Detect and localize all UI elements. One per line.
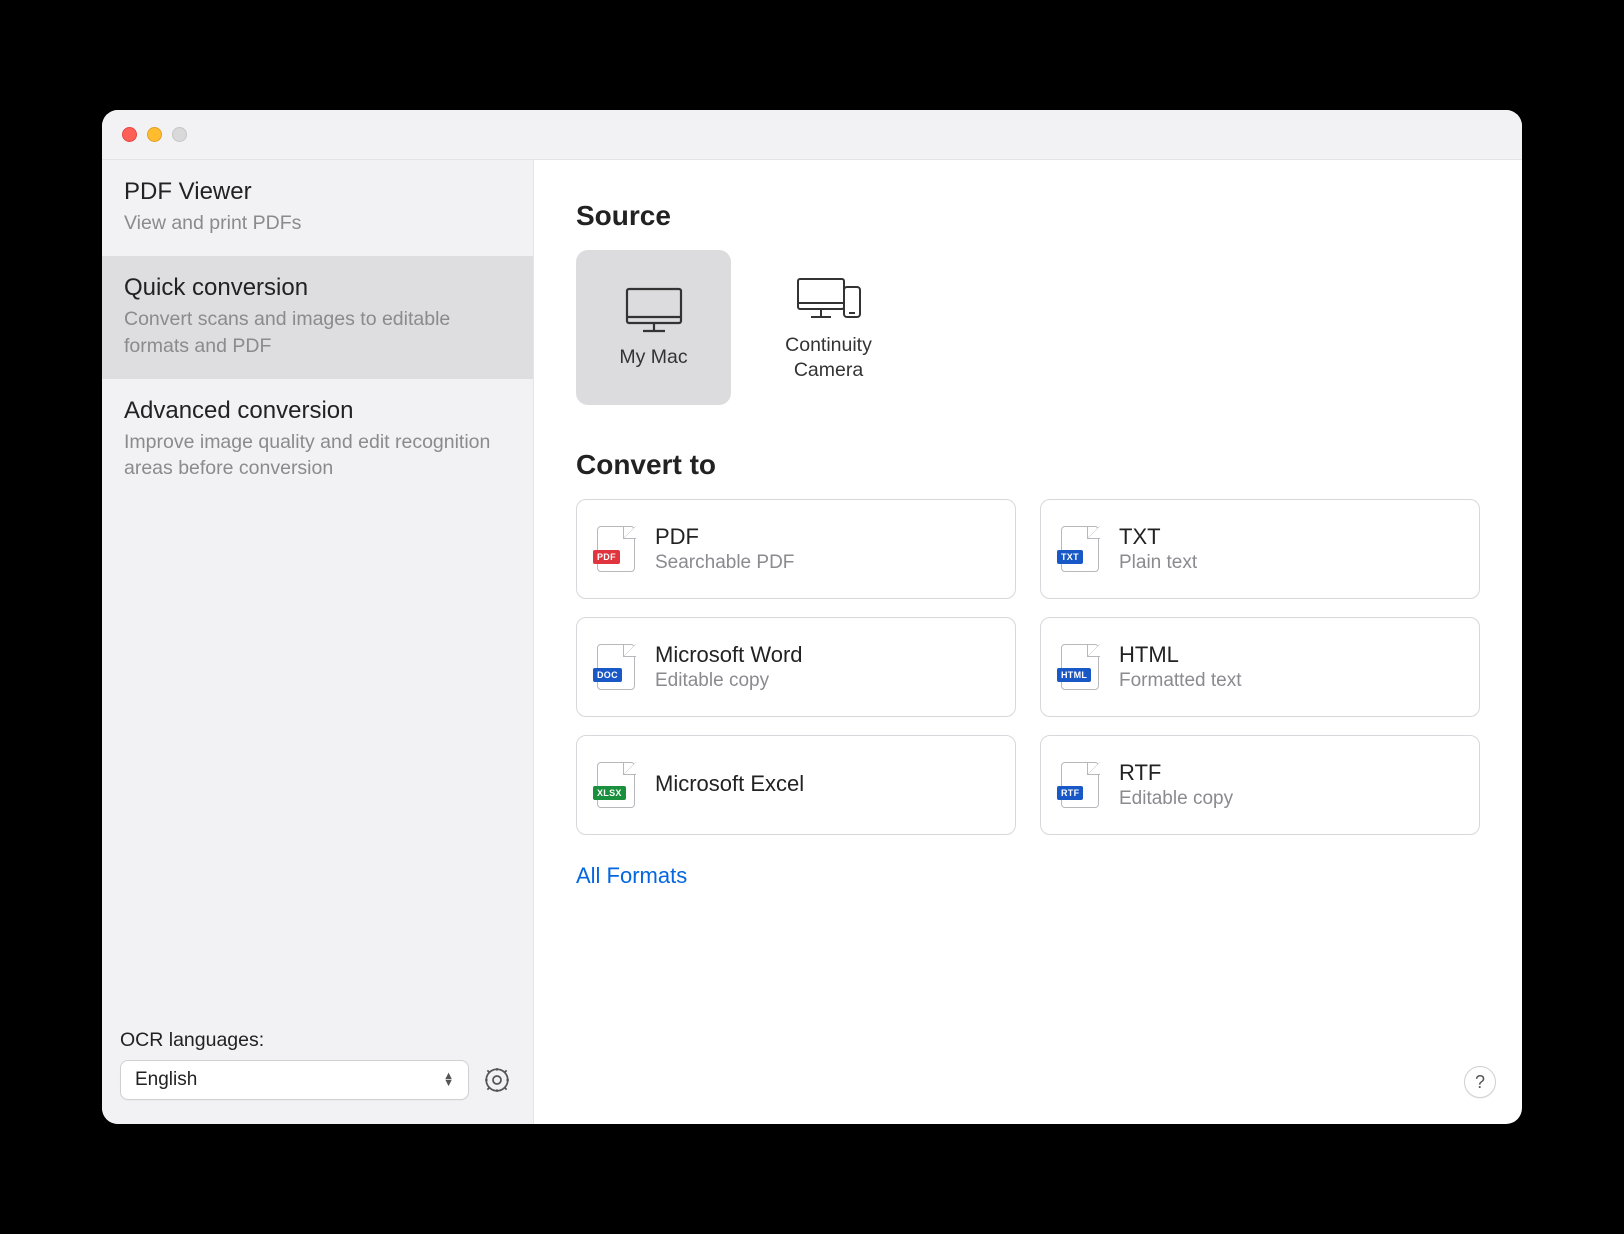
titlebar xyxy=(102,110,1522,160)
continuity-camera-icon xyxy=(794,273,864,323)
file-rtf-icon: RTF xyxy=(1061,762,1099,808)
file-pdf-icon: PDF xyxy=(597,526,635,572)
close-window-button[interactable] xyxy=(122,127,137,142)
source-continuity-camera[interactable]: Continuity Camera xyxy=(751,250,906,405)
format-text: RTF Editable copy xyxy=(1119,760,1233,810)
badge-text: HTML xyxy=(1057,668,1091,682)
sidebar-item-pdf-viewer[interactable]: PDF Viewer View and print PDFs xyxy=(102,160,533,256)
sidebar-item-desc: View and print PDFs xyxy=(124,210,511,236)
ocr-row: English ▲▼ xyxy=(120,1060,515,1100)
format-desc: Formatted text xyxy=(1119,670,1242,692)
help-button[interactable]: ? xyxy=(1464,1066,1496,1098)
format-title: Microsoft Word xyxy=(655,642,803,668)
sidebar-item-title: Advanced conversion xyxy=(124,397,511,425)
format-txt[interactable]: TXT TXT Plain text xyxy=(1040,499,1480,599)
sidebar-list: PDF Viewer View and print PDFs Quick con… xyxy=(102,160,533,1029)
format-text: PDF Searchable PDF xyxy=(655,524,794,574)
format-text: HTML Formatted text xyxy=(1119,642,1242,692)
window-body: PDF Viewer View and print PDFs Quick con… xyxy=(102,160,1522,1124)
sidebar-item-title: Quick conversion xyxy=(124,274,511,302)
badge-text: PDF xyxy=(593,550,620,564)
source-row: My Mac Continuity Camera xyxy=(576,250,1480,405)
sidebar-item-advanced-conversion[interactable]: Advanced conversion Improve image qualit… xyxy=(102,379,533,502)
file-txt-icon: TXT xyxy=(1061,526,1099,572)
format-desc: Editable copy xyxy=(1119,788,1233,810)
ocr-language-value: English xyxy=(135,1069,197,1091)
chevron-up-down-icon: ▲▼ xyxy=(443,1073,454,1087)
minimize-window-button[interactable] xyxy=(147,127,162,142)
gear-icon xyxy=(482,1065,512,1095)
source-my-mac[interactable]: My Mac xyxy=(576,250,731,405)
sidebar-item-title: PDF Viewer xyxy=(124,178,511,206)
badge-text: DOC xyxy=(593,668,622,682)
source-label: Continuity Camera xyxy=(751,333,906,382)
format-title: Microsoft Excel xyxy=(655,771,804,797)
app-window: PDF Viewer View and print PDFs Quick con… xyxy=(102,110,1522,1124)
format-text: Microsoft Word Editable copy xyxy=(655,642,803,692)
format-text: Microsoft Excel xyxy=(655,771,804,799)
sidebar-footer: OCR languages: English ▲▼ xyxy=(102,1029,533,1124)
format-title: HTML xyxy=(1119,642,1242,668)
sidebar-item-quick-conversion[interactable]: Quick conversion Convert scans and image… xyxy=(102,256,533,379)
ocr-languages-label: OCR languages: xyxy=(120,1029,515,1052)
badge-text: RTF xyxy=(1057,786,1083,800)
badge-text: TXT xyxy=(1057,550,1083,564)
format-desc: Searchable PDF xyxy=(655,552,794,574)
source-label: My Mac xyxy=(619,345,687,369)
traffic-lights xyxy=(122,127,187,142)
main-content: Source My Mac xyxy=(534,160,1522,1124)
badge-text: XLSX xyxy=(593,786,626,800)
format-desc: Plain text xyxy=(1119,552,1197,574)
desktop-icon xyxy=(623,285,685,335)
source-heading: Source xyxy=(576,200,1480,232)
format-html[interactable]: HTML HTML Formatted text xyxy=(1040,617,1480,717)
format-desc: Editable copy xyxy=(655,670,803,692)
format-rtf[interactable]: RTF RTF Editable copy xyxy=(1040,735,1480,835)
format-word[interactable]: DOC Microsoft Word Editable copy xyxy=(576,617,1016,717)
maximize-window-button[interactable] xyxy=(172,127,187,142)
format-title: TXT xyxy=(1119,524,1197,550)
file-doc-icon: DOC xyxy=(597,644,635,690)
settings-button[interactable] xyxy=(479,1062,515,1098)
ocr-language-select[interactable]: English ▲▼ xyxy=(120,1060,469,1100)
convert-heading: Convert to xyxy=(576,449,1480,481)
format-title: PDF xyxy=(655,524,794,550)
sidebar-item-desc: Convert scans and images to editable for… xyxy=(124,306,511,359)
format-excel[interactable]: XLSX Microsoft Excel xyxy=(576,735,1016,835)
sidebar: PDF Viewer View and print PDFs Quick con… xyxy=(102,160,534,1124)
format-text: TXT Plain text xyxy=(1119,524,1197,574)
file-xlsx-icon: XLSX xyxy=(597,762,635,808)
file-html-icon: HTML xyxy=(1061,644,1099,690)
sidebar-item-desc: Improve image quality and edit recogniti… xyxy=(124,429,511,482)
format-title: RTF xyxy=(1119,760,1233,786)
help-icon: ? xyxy=(1475,1072,1485,1093)
format-pdf[interactable]: PDF PDF Searchable PDF xyxy=(576,499,1016,599)
formats-grid: PDF PDF Searchable PDF TXT TXT Plain tex… xyxy=(576,499,1480,835)
all-formats-link[interactable]: All Formats xyxy=(576,863,687,889)
